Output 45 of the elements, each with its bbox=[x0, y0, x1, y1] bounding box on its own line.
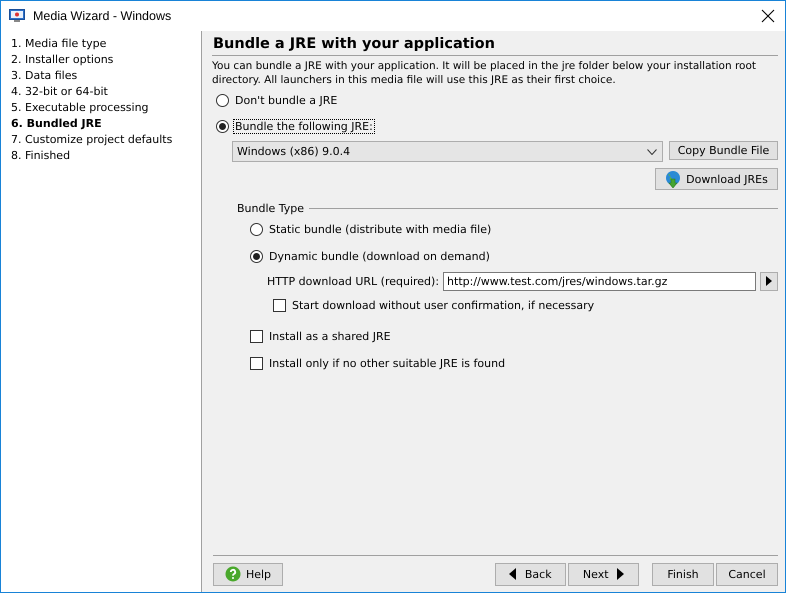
radio-label: Don't bundle a JRE bbox=[234, 92, 338, 108]
checkbox[interactable] bbox=[250, 357, 263, 370]
radio-label: Bundle the following JRE: bbox=[233, 118, 375, 134]
help-button[interactable]: Help bbox=[213, 562, 283, 586]
download-button[interactable]: Download JREs bbox=[655, 168, 778, 190]
dialog-button[interactable]: Cancel bbox=[716, 562, 778, 586]
wizard-step[interactable]: 6. Bundled JRE bbox=[11, 116, 201, 132]
radio-button[interactable] bbox=[216, 94, 229, 106]
wizard-step[interactable]: 4. 32-bit or 64-bit bbox=[11, 84, 201, 100]
globe-icon bbox=[665, 170, 682, 188]
help-icon bbox=[224, 566, 241, 582]
radio-button[interactable] bbox=[250, 223, 263, 236]
wizard-step[interactable]: 3. Data files bbox=[11, 68, 201, 84]
checkbox-label: Start download without user confirmation, if necessary bbox=[291, 298, 596, 312]
radio-button[interactable] bbox=[250, 250, 263, 263]
jre-dropdown[interactable]: Windows (x86) 9.0.4 bbox=[232, 141, 663, 162]
page-heading: Bundle a JRE with your application bbox=[212, 31, 778, 56]
copy-bundle-button[interactable]: Copy Bundle File bbox=[669, 141, 778, 160]
close-icon[interactable] bbox=[761, 9, 775, 23]
wizard-step[interactable]: 2. Installer options bbox=[11, 52, 201, 68]
app-icon bbox=[9, 9, 25, 23]
left-triangle-icon bbox=[509, 568, 516, 580]
go-button[interactable] bbox=[760, 272, 778, 290]
checkbox[interactable] bbox=[250, 330, 263, 343]
back-button[interactable]: Back bbox=[495, 562, 566, 586]
radio-label: Dynamic bundle (download on demand) bbox=[268, 249, 491, 264]
checkbox-label: Install only if no other suitable JRE is found bbox=[268, 356, 506, 371]
radio-button[interactable] bbox=[216, 120, 229, 132]
window-title: Media Wizard - Windows bbox=[33, 9, 172, 23]
url-field[interactable]: http://www.test.com/jres/windows.tar.gz bbox=[443, 272, 756, 290]
field-label: HTTP download URL (required): bbox=[267, 274, 440, 288]
wizard-step[interactable]: 7. Customize project defaults bbox=[11, 132, 201, 148]
right-triangle-icon bbox=[766, 276, 772, 286]
group-title: Bundle Type bbox=[237, 202, 304, 214]
wizard-step[interactable]: 5. Executable processing bbox=[11, 100, 201, 116]
right-triangle-icon bbox=[617, 568, 624, 580]
wizard-step[interactable]: 8. Finished bbox=[11, 148, 201, 164]
radio-label: Static bundle (distribute with media file) bbox=[268, 222, 492, 237]
checkbox[interactable] bbox=[273, 298, 286, 312]
checkbox-label: Install as a shared JRE bbox=[268, 329, 392, 344]
chevron-down-icon bbox=[647, 148, 657, 154]
wizard-step[interactable]: 1. Media file type bbox=[11, 36, 201, 52]
page-description: You can bundle a JRE with your application. It will be placed in the jre folder below your installation root directory. All launchers in this media file will use this JRE as their first choice. bbox=[212, 59, 758, 87]
next-button[interactable]: Next bbox=[568, 562, 639, 586]
dialog-button[interactable]: Finish bbox=[652, 562, 714, 586]
